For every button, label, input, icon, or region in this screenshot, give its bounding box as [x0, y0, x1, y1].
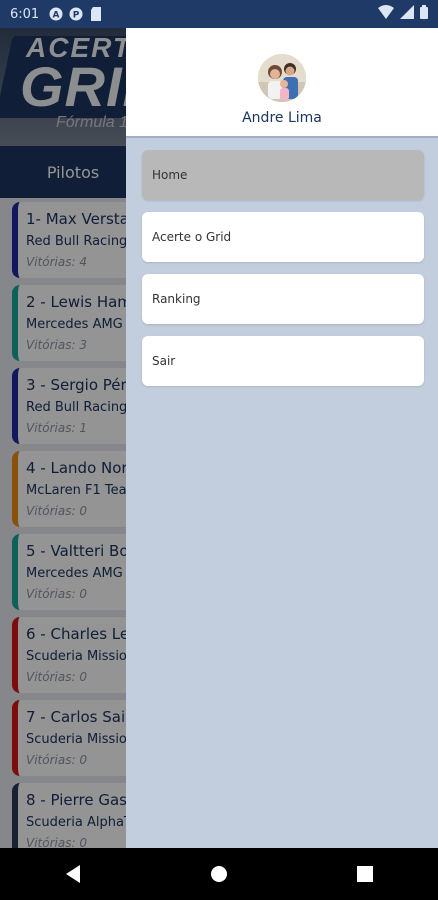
menu-item-ranking[interactable]: Ranking	[142, 274, 424, 324]
sd-card-icon	[89, 7, 103, 21]
recents-button[interactable]	[345, 854, 385, 894]
user-name: Andre Lima	[242, 110, 322, 126]
menu-item-sair[interactable]: Sair	[142, 336, 424, 386]
status-bar: 6:01 A P	[0, 0, 438, 28]
status-right-icons	[378, 5, 428, 23]
user-avatar[interactable]	[258, 54, 306, 102]
menu-item-acerte-o-grid[interactable]: Acerte o Grid	[142, 212, 424, 262]
home-button[interactable]	[199, 854, 239, 894]
battery-icon	[420, 5, 428, 23]
menu-item-home[interactable]: Home	[142, 150, 424, 200]
recents-icon	[357, 866, 373, 882]
back-icon	[66, 865, 80, 883]
back-button[interactable]	[53, 854, 93, 894]
navigation-drawer: Andre Lima Home Acerte o Grid Ranking Sa…	[126, 28, 438, 848]
svg-text:P: P	[73, 11, 80, 21]
svg-text:A: A	[53, 11, 60, 21]
p-circle-icon: P	[69, 7, 83, 21]
app-root: 6:01 A P ACERTE GRID Fórmula 1 Pilotos 1…	[0, 0, 438, 900]
cellular-icon	[400, 5, 414, 23]
home-icon	[211, 866, 227, 882]
status-time: 6:01	[10, 6, 40, 22]
wifi-icon	[378, 5, 394, 23]
drawer-header: Andre Lima	[126, 28, 438, 138]
a-circle-icon: A	[49, 7, 63, 21]
drawer-menu: Home Acerte o Grid Ranking Sair	[142, 150, 424, 398]
system-nav-bar	[0, 848, 438, 900]
